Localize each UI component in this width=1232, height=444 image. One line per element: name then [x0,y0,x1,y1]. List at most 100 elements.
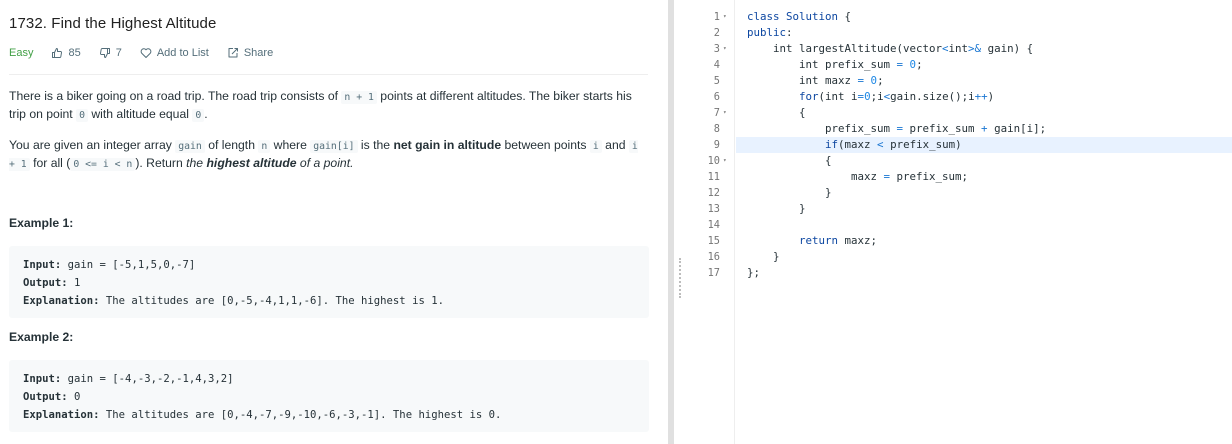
problem-pane: 1732. Find the Highest Altitude Easy 85 … [0,0,668,444]
like-count: 85 [68,47,81,59]
inline-code: n [258,140,271,153]
line-number: 10 [707,155,720,167]
line-number: 4 [713,59,720,71]
line-number: 13 [707,203,720,215]
code-line: return maxz; [799,234,878,247]
code-line: prefix_sum = prefix_sum + gain[i]; [747,122,1047,135]
code-line: int prefix_sum = 0; [747,58,923,71]
inline-code: gain[i] [310,140,358,153]
description-paragraph-1: There is a biker going on a road trip. T… [9,88,649,124]
code-line: if(maxz < prefix_sum) [825,138,962,151]
output-label: Output: [23,277,68,289]
example-output-line: Output: 1 [23,274,635,292]
example-1-heading: Example 1: [9,216,74,230]
fold-toggle-icon[interactable]: ▾ [723,41,727,57]
code-line: for(int i=0;i<gain.size();i++) [799,90,995,103]
line-number: 17 [707,267,720,279]
description-paragraph-2: You are given an integer array gain of l… [9,137,649,173]
code-line: } [747,202,806,215]
example-explanation-line: Explanation: The altitudes are [0,-5,-4,… [23,292,635,310]
example-1-box: Input: gain = [-5,1,5,0,-7] Output: 1 Ex… [9,246,649,318]
fold-toggle-icon[interactable]: ▾ [723,9,727,25]
explanation-label: Explanation: [23,295,100,307]
line-number: 1 [713,11,720,23]
fold-toggle-icon[interactable]: ▾ [723,153,727,169]
line-number: 16 [707,251,720,263]
input-value: gain = [-4,-3,-2,-1,4,3,2] [61,373,234,385]
input-value: gain = [-5,1,5,0,-7] [61,259,196,271]
line-number: 11 [707,171,720,183]
dislike-count: 7 [115,47,122,59]
desc-text: with altitude equal [87,107,193,121]
thumbs-up-icon [52,48,63,58]
output-label: Output: [23,391,68,403]
inline-code: 0 [192,109,205,122]
code-line: maxz = prefix_sum; [747,170,969,183]
share-icon [228,48,238,58]
input-label: Input: [23,373,62,385]
code-editor[interactable]: 1 2 3 4 5 6 7 8 9 10 11 12 13 14 15 16 1… [684,0,1232,444]
code-line: { [747,106,806,119]
desc-text: where [270,138,311,152]
heart-icon [140,48,152,58]
desc-text: You are given an integer array [9,138,176,152]
line-number: 6 [713,91,720,103]
desc-text: ). Return [135,156,187,170]
explanation-value: The altitudes are [0,-5,-4,1,1,-6]. The … [99,295,444,307]
line-number: 8 [713,123,720,135]
desc-text: between points [501,138,590,152]
line-number: 3 [713,43,720,55]
divider [9,74,648,75]
explanation-value: The altitudes are [0,-4,-7,-9,-10,-6,-3,… [99,409,502,421]
like-button[interactable]: 85 [51,47,81,59]
problem-title: 1732. Find the Highest Altitude [9,15,217,32]
code-line: int largestAltitude(vector<int>& gain) { [747,42,1034,55]
line-number: 5 [713,75,720,87]
desc-text: for all ( [29,156,71,170]
explanation-label: Explanation: [23,409,100,421]
thumbs-down-icon [99,48,110,58]
difficulty-badge: Easy [9,47,34,59]
line-number: 9 [713,139,720,151]
inline-code: 0 <= i < n [70,158,136,171]
inline-code: 0 [76,109,88,122]
italic-text: the [186,156,207,170]
example-input-line: Input: gain = [-5,1,5,0,-7] [23,256,635,274]
share-button[interactable]: Share [227,47,273,59]
output-value: 1 [67,277,81,289]
problem-scrollbar[interactable] [668,0,674,444]
inline-code: n + 1 [341,91,377,104]
example-input-line: Input: gain = [-4,-3,-2,-1,4,3,2] [23,370,635,388]
code-line: { [747,154,832,167]
drag-handle-icon[interactable] [679,258,681,298]
code-line: public: [747,26,793,39]
add-to-list-label: Add to List [156,47,209,59]
code-line: class Solution { [747,10,852,23]
line-number: 15 [707,235,720,247]
line-number: 14 [707,219,720,231]
share-label: Share [243,47,274,59]
line-number: 7 [713,107,720,119]
example-output-line: Output: 0 [23,388,635,406]
input-label: Input: [23,259,62,271]
fold-toggle-icon[interactable]: ▾ [723,105,727,121]
desc-text: There is a biker going on a road trip. T… [9,89,342,103]
example-2-box: Input: gain = [-4,-3,-2,-1,4,3,2] Output… [9,360,649,432]
desc-text: . [204,107,208,121]
line-number-gutter: 1 2 3 4 5 6 7 8 9 10 11 12 13 14 15 16 1… [684,0,735,444]
example-explanation-line: Explanation: The altitudes are [0,-4,-7,… [23,406,635,424]
inline-code: gain [175,140,205,153]
desc-text: and [601,138,629,152]
add-to-list-button[interactable]: Add to List [140,47,209,59]
output-value: 0 [67,391,81,403]
desc-text: of length [204,138,259,152]
code-line: int maxz = 0; [747,74,884,87]
desc-text: is the [357,138,394,152]
line-number: 12 [707,187,720,199]
bold-italic-text: highest altitude [206,156,297,170]
problem-meta-row: Easy 85 7 Add to List Share [9,45,291,61]
bold-text: net gain in altitude [393,138,502,152]
italic-text: of a point. [296,156,354,170]
dislike-button[interactable]: 7 [99,47,122,59]
code-line: } [747,186,832,199]
